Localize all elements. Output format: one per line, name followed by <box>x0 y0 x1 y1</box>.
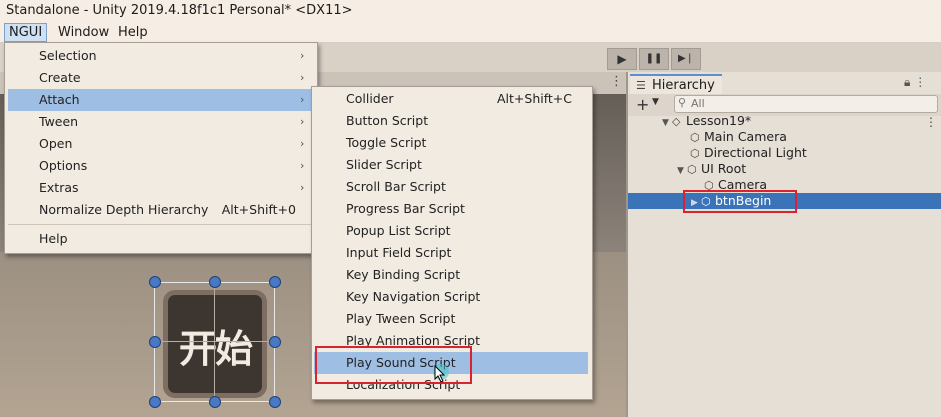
chevron-right-icon: › <box>300 115 305 128</box>
menu-item-help[interactable]: Help <box>8 228 312 250</box>
menu-item-play-tween-script[interactable]: Play Tween Script <box>314 308 588 330</box>
menu-item-label: Play Tween Script <box>346 311 456 326</box>
chevron-right-icon: › <box>300 159 305 172</box>
step-button[interactable]: ▶❘ <box>671 48 701 70</box>
menu-item-toggle-script[interactable]: Toggle Script <box>314 132 588 154</box>
menu-item-label: Collider <box>346 91 394 106</box>
tab-hierarchy[interactable]: ☰ Hierarchy <box>630 74 722 96</box>
scene-kebab-icon[interactable]: ⋮ <box>925 115 937 129</box>
menu-item-options[interactable]: Options › <box>8 155 312 177</box>
chevron-right-icon: › <box>300 71 305 84</box>
menu-item-label: Input Field Script <box>346 245 452 260</box>
menu-separator <box>8 224 312 225</box>
menu-ngui[interactable]: NGUI <box>4 23 48 42</box>
menu-item-button-script[interactable]: Button Script <box>314 110 588 132</box>
hierarchy-search[interactable]: ⚲ <box>674 95 938 113</box>
selection-rect <box>154 282 275 402</box>
chevron-right-icon: › <box>300 181 305 194</box>
mouse-cursor-icon <box>434 365 446 383</box>
tree-item-main-camera[interactable]: ⬡ Main Camera <box>690 129 787 145</box>
hierarchy-tab-label: Hierarchy <box>652 78 715 93</box>
tree-item-scene[interactable]: ▼ ◇ Lesson19* <box>662 113 751 129</box>
menu-item-label: Help <box>39 231 68 246</box>
tree-item-label: Main Camera <box>704 129 787 144</box>
menu-bar: NGUI Window Help <box>0 22 941 43</box>
menu-item-label: Normalize Depth Hierarchy <box>39 202 209 217</box>
resize-handle-tl[interactable] <box>149 276 161 288</box>
menu-item-label: Key Navigation Script <box>346 289 481 304</box>
tree-item-label: Directional Light <box>704 145 807 160</box>
gameobject-icon: ⬡ <box>690 147 700 160</box>
gameobject-icon: ⬡ <box>690 131 700 144</box>
play-button[interactable]: ▶ <box>607 48 637 70</box>
resize-handle-l[interactable] <box>149 336 161 348</box>
menu-item-normalize-depth[interactable]: Normalize Depth Hierarchy Alt+Shift+0 <box>8 199 296 221</box>
resize-handle-br[interactable] <box>269 396 281 408</box>
menu-item-scroll-bar-script[interactable]: Scroll Bar Script <box>314 176 588 198</box>
gameobject-icon: ⬡ <box>687 163 697 176</box>
pause-button[interactable]: ❚❚ <box>639 48 669 70</box>
menu-item-input-field-script[interactable]: Input Field Script <box>314 242 588 264</box>
menu-item-label: Selection <box>39 48 97 63</box>
menu-item-label: Button Script <box>346 113 429 128</box>
expand-arrow-icon[interactable]: ▼ <box>662 115 672 131</box>
menu-item-collider[interactable]: Collider Alt+Shift+C <box>314 88 572 110</box>
tree-item-label: UI Root <box>701 161 747 176</box>
chevron-down-icon[interactable]: ▼ <box>652 97 659 107</box>
menu-item-create[interactable]: Create › <box>8 67 312 89</box>
menu-item-shortcut: Alt+Shift+0 <box>221 202 296 217</box>
menu-item-extras[interactable]: Extras › <box>8 177 312 199</box>
menu-item-open[interactable]: Open › <box>8 133 312 155</box>
hierarchy-search-input[interactable] <box>691 96 931 111</box>
menu-item-label: Popup List Script <box>346 223 451 238</box>
menu-item-progress-bar-script[interactable]: Progress Bar Script <box>314 198 588 220</box>
menu-item-label: Extras <box>39 180 79 195</box>
menu-item-label: Create <box>39 70 81 85</box>
menu-item-label: Progress Bar Script <box>346 201 465 216</box>
menu-item-shortcut: Alt+Shift+C <box>496 91 572 106</box>
chevron-right-icon: › <box>300 49 305 62</box>
menu-item-tween[interactable]: Tween › <box>8 111 312 133</box>
menu-item-slider-script[interactable]: Slider Script <box>314 154 588 176</box>
chevron-right-icon: › <box>300 93 305 106</box>
search-icon: ⚲ <box>678 96 687 109</box>
resize-handle-b[interactable] <box>209 396 221 408</box>
menu-item-key-binding-script[interactable]: Key Binding Script <box>314 264 588 286</box>
menu-item-label: Options <box>39 158 88 173</box>
menu-item-label: Toggle Script <box>346 135 427 150</box>
menu-help[interactable]: Help <box>114 24 152 41</box>
menu-item-label: Attach <box>39 92 80 107</box>
annotation-box-play-sound <box>315 346 472 384</box>
title-bar: Standalone - Unity 2019.4.18f1c1 Persona… <box>0 0 941 22</box>
menu-item-selection[interactable]: Selection › <box>8 45 312 67</box>
menu-item-popup-list-script[interactable]: Popup List Script <box>314 220 588 242</box>
menu-item-label: Open <box>39 136 73 151</box>
resize-handle-t[interactable] <box>209 276 221 288</box>
menu-item-label: Tween <box>39 114 79 129</box>
menu-item-label: Scroll Bar Script <box>346 179 446 194</box>
list-icon: ☰ <box>636 79 646 92</box>
chevron-right-icon: › <box>300 137 305 150</box>
resize-handle-tr[interactable] <box>269 276 281 288</box>
annotation-box-btnbegin <box>683 190 797 213</box>
menu-item-label: Slider Script <box>346 157 422 172</box>
menu-item-attach[interactable]: Attach › <box>8 89 312 111</box>
expand-arrow-icon[interactable]: ▼ <box>677 163 687 179</box>
window-title: Standalone - Unity 2019.4.18f1c1 Persona… <box>6 3 353 18</box>
resize-handle-bl[interactable] <box>149 396 161 408</box>
resize-handle-r[interactable] <box>269 336 281 348</box>
menu-item-key-navigation-script[interactable]: Key Navigation Script <box>314 286 588 308</box>
add-icon[interactable]: + <box>636 95 649 114</box>
lock-icon[interactable]: 🔒︎ ⋮ <box>904 75 926 90</box>
tree-item-directional-light[interactable]: ⬡ Directional Light <box>690 145 807 161</box>
tree-item-ui-root[interactable]: ▼ ⬡ UI Root <box>677 161 746 177</box>
unity-scene-icon: ◇ <box>672 115 681 128</box>
tree-item-label: Lesson19* <box>686 113 752 128</box>
menu-window[interactable]: Window <box>54 24 113 41</box>
kebab-icon[interactable]: ⋮ <box>610 74 623 89</box>
menu-item-label: Key Binding Script <box>346 267 461 282</box>
